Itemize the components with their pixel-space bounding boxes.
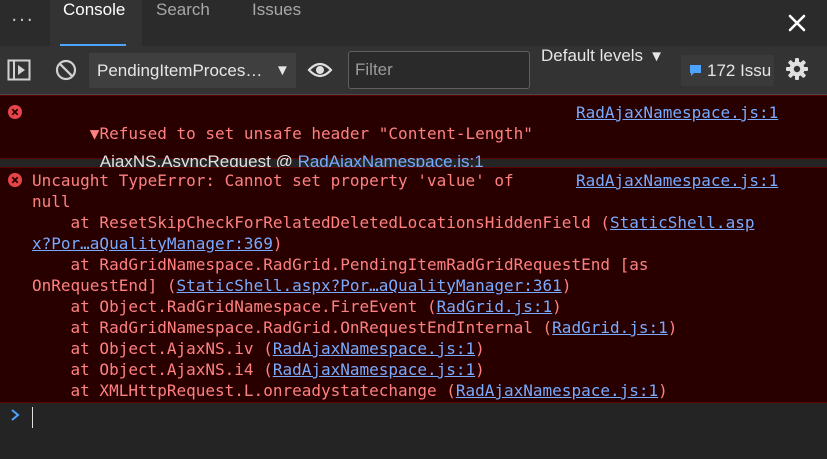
- log-levels-label: Default levels: [541, 46, 644, 65]
- console-output: ▼Refused to set unsafe header "Content-L…: [0, 95, 827, 459]
- tab-issues-label: Issues: [252, 0, 302, 19]
- stack-source-link[interactable]: StaticShell.asp: [610, 213, 755, 232]
- issues-counter-button[interactable]: 172 Issu: [681, 55, 774, 86]
- eye-icon[interactable]: [307, 60, 333, 80]
- stack-frame: at Object.AjaxNS.iv (RadAjaxNamespace.js…: [32, 338, 485, 359]
- error-text: null: [32, 192, 71, 211]
- stack-frame-text: at Object.AjaxNS.iv (: [32, 339, 273, 358]
- prompt-chevron-icon: [11, 409, 20, 421]
- stack-frame-text: at Object.RadGridNamespace.FireEvent (: [32, 297, 437, 316]
- stack-frame-text: at Object.AjaxNS.i4 (: [32, 360, 273, 379]
- stack-frame: at RadGridNamespace.RadGrid.OnRequestEnd…: [32, 317, 678, 338]
- close-icon[interactable]: [784, 10, 810, 36]
- stack-frame-text: ): [561, 276, 572, 295]
- source-link[interactable]: RadAjaxNamespace.js:1: [576, 170, 778, 191]
- stack-frame-text: ): [475, 339, 485, 358]
- stack-source-link[interactable]: RadGrid.js:1: [552, 318, 668, 337]
- stack-frame-text: at XMLHttpRequest.L.onreadystatechange (: [32, 381, 456, 400]
- stack-source-link[interactable]: RadAjaxNamespace.js:1: [456, 381, 658, 400]
- console-error-message: ▼Refused to set unsafe header "Content-L…: [0, 95, 827, 171]
- more-dots-icon[interactable]: ···: [8, 8, 38, 36]
- gear-icon[interactable]: [785, 57, 809, 81]
- clear-console-icon[interactable]: [55, 59, 77, 81]
- tab-issues[interactable]: Issues: [252, 0, 301, 46]
- sidebar-toggle-icon[interactable]: [7, 59, 31, 81]
- context-selector[interactable]: PendingItemProces… ▼: [89, 53, 296, 88]
- error-icon: [8, 173, 22, 187]
- tab-console[interactable]: Console: [50, 0, 142, 46]
- stack-source-link[interactable]: RadAjaxNamespace.js:1: [273, 339, 475, 358]
- devtools-tabbar: ··· Console Search Issues: [0, 0, 827, 46]
- chevron-down-icon: ▼: [649, 48, 664, 65]
- console-toolbar: PendingItemProces… ▼ Default levels ▼ 172…: [0, 46, 827, 95]
- filter-input[interactable]: [348, 51, 530, 89]
- error-text: Uncaught TypeError: Cannot set property …: [32, 171, 514, 190]
- issue-flag-icon: [690, 65, 701, 76]
- issues-count: 172 Issu: [707, 61, 772, 80]
- tab-search-label: Search: [156, 0, 210, 19]
- stack-source-link[interactable]: x?Por…aQualityManager:369: [32, 234, 273, 253]
- stack-frame: at ResetSkipCheckForRelatedDeletedLocati…: [32, 212, 755, 233]
- stack-frame-text: OnRequestEnd] (: [32, 276, 177, 295]
- stack-frame-text: ): [667, 318, 678, 337]
- console-input-cursor[interactable]: [32, 407, 33, 428]
- stack-frame: at XMLHttpRequest.L.onreadystatechange (…: [32, 380, 668, 401]
- stack-frame: x?Por…aQualityManager:369): [32, 233, 282, 254]
- tab-search[interactable]: Search: [156, 0, 210, 46]
- stack-frame: at Object.AjaxNS.i4 (RadAjaxNamespace.js…: [32, 359, 485, 380]
- stack-frame-text: at RadGridNamespace.RadGrid.PendingItemR…: [32, 255, 649, 274]
- stack-frame-text: ): [475, 360, 485, 379]
- console-error-message: RadAjaxNamespace.js:1 Uncaught TypeError…: [0, 167, 827, 403]
- chevron-down-icon: ▼: [275, 62, 290, 79]
- stack-frame-text: ): [658, 381, 668, 400]
- stack-frame-text: ): [552, 297, 562, 316]
- source-link[interactable]: RadAjaxNamespace.js:1: [576, 102, 778, 123]
- stack-source-link[interactable]: RadGrid.js:1: [437, 297, 553, 316]
- stack-source-link[interactable]: StaticShell.aspx?Por…aQualityManager:361: [177, 276, 562, 295]
- error-icon: [8, 105, 22, 119]
- stack-source-link[interactable]: RadAjaxNamespace.js:1: [273, 360, 475, 379]
- stack-frame: at Object.RadGridNamespace.FireEvent (Ra…: [32, 296, 562, 317]
- stack-frame-text: at ResetSkipCheckForRelatedDeletedLocati…: [32, 213, 610, 232]
- context-selector-value: PendingItemProces…: [97, 61, 263, 80]
- stack-frame-text: at RadGridNamespace.RadGrid.OnRequestEnd…: [32, 318, 553, 337]
- tab-console-label: Console: [63, 0, 126, 19]
- stack-frame: OnRequestEnd] (StaticShell.aspx?Por…aQua…: [32, 275, 571, 296]
- log-levels-dropdown[interactable]: Default levels ▼: [541, 46, 664, 95]
- stack-frame-text: ): [272, 234, 283, 253]
